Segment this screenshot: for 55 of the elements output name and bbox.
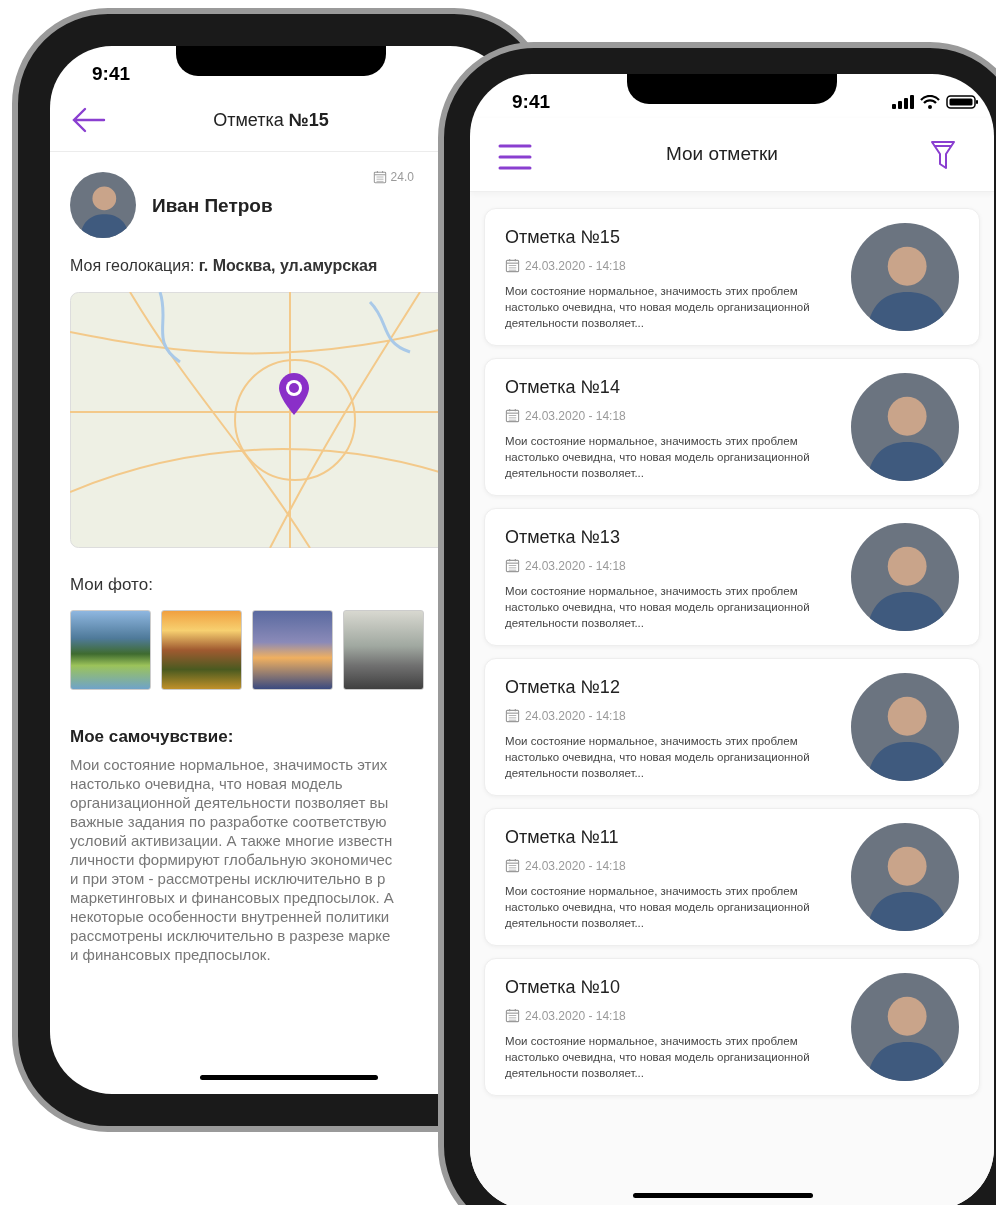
screen-title: Отметка №15 bbox=[213, 109, 329, 132]
filter-icon bbox=[930, 140, 956, 170]
calendar-icon bbox=[505, 858, 520, 873]
entry-description: Мои состояние нормальное, значимость этих проблем настолько очевидна, что новая модель организационной деятельности позволяет... bbox=[505, 883, 811, 931]
entry-description: Мои состояние нормальное, значимость этих проблем настолько очевидна, что новая модель организационной деятельности позволяет... bbox=[505, 433, 811, 481]
entry-description: Мои состояние нормальное, значимость этих проблем настолько очевидна, что новая модель организационной деятельности позволяет... bbox=[505, 283, 811, 331]
calendar-icon bbox=[372, 170, 387, 184]
entry-title: Отметка №10 bbox=[505, 975, 621, 999]
back-button[interactable] bbox=[72, 107, 106, 133]
entry-description: Мои состояние нормальное, значимость этих проблем настолько очевидна, что новая модель организационной деятельности позволяет... bbox=[505, 733, 811, 781]
photos-label: Мои фото: bbox=[70, 574, 154, 596]
calendar-icon bbox=[505, 408, 520, 423]
calendar-icon bbox=[505, 708, 520, 723]
entry-date: 24.03.2020 - 14:18 bbox=[525, 407, 626, 425]
entry-description: Мои состояние нормальное, значимость этих проблем настолько очевидна, что новая модель организационной деятельности позволяет... bbox=[505, 1033, 811, 1081]
entry-card[interactable]: Отметка №12 24.03.2020 - 14:18 Мои состояние нормальное, значимость этих проблем настолько очевидна, что новая модель организационной деятельности позволяет... bbox=[484, 658, 980, 796]
entry-card[interactable]: Отметка №13 24.03.2020 - 14:18 Мои состояние нормальное, значимость этих проблем настолько очевидна, что новая модель организационной деятельности позволяет... bbox=[484, 508, 980, 646]
entry-title: Отметка №13 bbox=[505, 525, 621, 549]
entry-date: 24.03.2020 - 14:18 bbox=[525, 707, 626, 725]
menu-icon bbox=[498, 144, 532, 170]
entry-title: Отметка №15 bbox=[505, 225, 621, 249]
filter-button[interactable] bbox=[930, 140, 956, 170]
entry-date: 24.03.2020 - 14:18 bbox=[525, 257, 626, 275]
calendar-icon bbox=[505, 558, 520, 573]
entry-date: 24.0 bbox=[390, 169, 414, 186]
calendar-icon bbox=[505, 1008, 520, 1023]
entry-card[interactable]: Отметка №14 24.03.2020 - 14:18 Мои состояние нормальное, значимость этих проблем настолько очевидна, что новая модель организационной деятельности позволяет... bbox=[484, 358, 980, 496]
entry-title: Отметка №14 bbox=[505, 375, 621, 399]
photo-placeholder[interactable] bbox=[161, 609, 242, 690]
wifi-icon bbox=[920, 94, 940, 110]
entry-card[interactable]: Отметка №10 24.03.2020 - 14:18 Мои состояние нормальное, значимость этих проблем настолько очевидна, что новая модель организационной деятельности позволяет... bbox=[484, 958, 980, 1096]
author-name: Иван Петров bbox=[152, 194, 273, 218]
entry-card[interactable]: Отметка №11 24.03.2020 - 14:18 Мои состояние нормальное, значимость этих проблем настолько очевидна, что новая модель организационной деятельности позволяет... bbox=[484, 808, 980, 946]
photo-placeholder[interactable] bbox=[343, 609, 424, 690]
entry-title: Отметка №12 bbox=[505, 675, 621, 699]
entry-date: 24.03.2020 - 14:18 bbox=[525, 557, 626, 575]
status-time: 9:41 bbox=[92, 61, 131, 86]
location-pin-icon bbox=[277, 372, 311, 416]
battery-icon bbox=[946, 95, 978, 109]
geolocation-text: Моя геолокация: г. Москва, ул.амурская bbox=[70, 256, 379, 276]
wellbeing-heading: Мое самочувствие: bbox=[70, 725, 235, 748]
screen-title: Мои отметки bbox=[666, 142, 778, 167]
back-arrow-icon bbox=[72, 107, 106, 133]
status-time: 9:41 bbox=[512, 89, 551, 114]
wellbeing-text: Мои состояние нормальное, значимость этих настолько очевидна, что новая модель организационной деятельности позволяет вы важные задания по разработке соответствую условий активизации. А также многие известн личности формируют глобальную экономичес и при этом - рассмотрены исключительно в р маркетинговых и финансовых предпосылок. А некоторые особенности внутренней политики рассмотрены исключительно в разрезе марке и финансовых предпосылок. bbox=[70, 755, 395, 964]
entry-date: 24.03.2020 - 14:18 bbox=[525, 857, 626, 875]
entry-title: Отметка №11 bbox=[505, 825, 620, 849]
signal-icon bbox=[892, 94, 914, 110]
photo-placeholder[interactable] bbox=[70, 609, 151, 690]
entry-description: Мои состояние нормальное, значимость этих проблем настолько очевидна, что новая модель организационной деятельности позволяет... bbox=[505, 583, 811, 631]
entry-card[interactable]: Отметка №15 24.03.2020 - 14:18 Мои состояние нормальное, значимость этих проблем настолько очевидна, что новая модель организационной деятельности позволяет... bbox=[484, 208, 980, 346]
entry-date: 24.03.2020 - 14:18 bbox=[525, 1007, 626, 1025]
menu-button[interactable] bbox=[498, 144, 532, 170]
photo-placeholder[interactable] bbox=[252, 609, 333, 690]
calendar-icon bbox=[505, 258, 520, 273]
